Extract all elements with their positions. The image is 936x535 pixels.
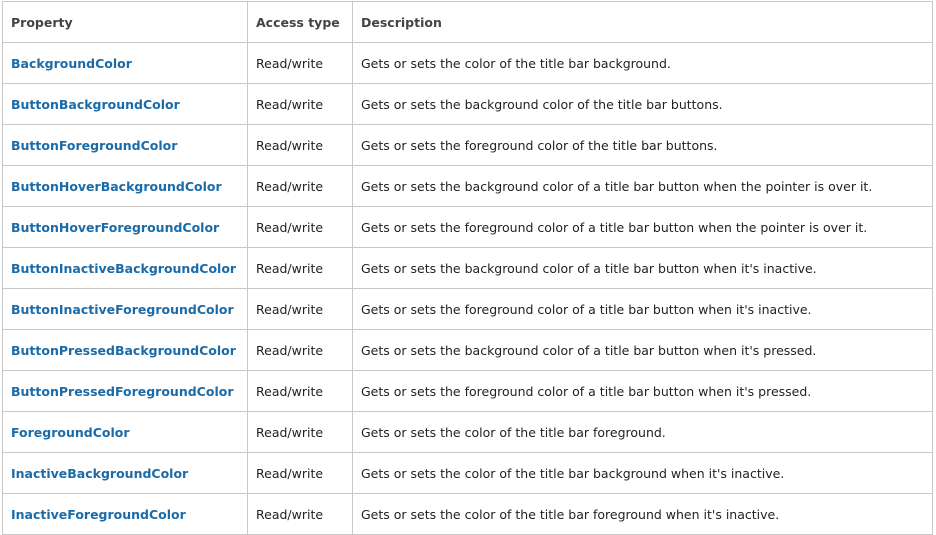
property-cell: ButtonHoverBackgroundColor	[2, 165, 248, 207]
table-row: InactiveBackgroundColor Read/write Gets …	[2, 452, 933, 494]
access-type-cell: Read/write	[247, 370, 353, 412]
table-row: ButtonHoverBackgroundColor Read/write Ge…	[2, 165, 933, 207]
column-header-description: Description	[352, 1, 933, 43]
column-header-access-type: Access type	[247, 1, 353, 43]
property-cell: ButtonForegroundColor	[2, 124, 248, 166]
table-row: ButtonInactiveBackgroundColor Read/write…	[2, 247, 933, 289]
description-cell: Gets or sets the color of the title bar …	[352, 493, 933, 535]
property-link[interactable]: ForegroundColor	[11, 425, 130, 440]
property-cell: ButtonPressedForegroundColor	[2, 370, 248, 412]
property-link[interactable]: ButtonBackgroundColor	[11, 97, 180, 112]
property-link[interactable]: ButtonForegroundColor	[11, 138, 177, 153]
property-cell: ButtonInactiveForegroundColor	[2, 288, 248, 330]
property-cell: BackgroundColor	[2, 42, 248, 84]
access-type-cell: Read/write	[247, 329, 353, 371]
property-link[interactable]: InactiveForegroundColor	[11, 507, 186, 522]
description-cell: Gets or sets the foreground color of a t…	[352, 370, 933, 412]
access-type-cell: Read/write	[247, 83, 353, 125]
property-link[interactable]: ButtonHoverForegroundColor	[11, 220, 219, 235]
property-link[interactable]: ButtonPressedForegroundColor	[11, 384, 233, 399]
property-cell: ButtonBackgroundColor	[2, 83, 248, 125]
description-cell: Gets or sets the background color of a t…	[352, 165, 933, 207]
property-link[interactable]: ButtonHoverBackgroundColor	[11, 179, 222, 194]
access-type-cell: Read/write	[247, 411, 353, 453]
table-row: ForegroundColor Read/write Gets or sets …	[2, 411, 933, 453]
description-cell: Gets or sets the color of the title bar …	[352, 42, 933, 84]
description-cell: Gets or sets the foreground color of the…	[352, 124, 933, 166]
description-cell: Gets or sets the background color of a t…	[352, 247, 933, 289]
property-cell: InactiveForegroundColor	[2, 493, 248, 535]
description-cell: Gets or sets the color of the title bar …	[352, 452, 933, 494]
property-cell: ButtonHoverForegroundColor	[2, 206, 248, 248]
access-type-cell: Read/write	[247, 247, 353, 289]
property-link[interactable]: ButtonPressedBackgroundColor	[11, 343, 236, 358]
description-cell: Gets or sets the background color of the…	[352, 83, 933, 125]
access-type-cell: Read/write	[247, 493, 353, 535]
description-cell: Gets or sets the foreground color of a t…	[352, 288, 933, 330]
table-body: BackgroundColor Read/write Gets or sets …	[2, 42, 933, 535]
property-link[interactable]: InactiveBackgroundColor	[11, 466, 188, 481]
table-row: BackgroundColor Read/write Gets or sets …	[2, 42, 933, 84]
table-row: InactiveForegroundColor Read/write Gets …	[2, 493, 933, 535]
property-cell: ButtonInactiveBackgroundColor	[2, 247, 248, 289]
property-link[interactable]: ButtonInactiveBackgroundColor	[11, 261, 236, 276]
table-header: Property Access type Description	[2, 1, 933, 43]
property-link[interactable]: ButtonInactiveForegroundColor	[11, 302, 234, 317]
description-cell: Gets or sets the background color of a t…	[352, 329, 933, 371]
access-type-cell: Read/write	[247, 124, 353, 166]
property-link[interactable]: BackgroundColor	[11, 56, 132, 71]
property-cell: ForegroundColor	[2, 411, 248, 453]
access-type-cell: Read/write	[247, 288, 353, 330]
properties-table: Property Access type Description Backgro…	[2, 1, 933, 535]
header-row: Property Access type Description	[2, 1, 933, 43]
access-type-cell: Read/write	[247, 452, 353, 494]
description-cell: Gets or sets the foreground color of a t…	[352, 206, 933, 248]
table-row: ButtonInactiveForegroundColor Read/write…	[2, 288, 933, 330]
table-row: ButtonForegroundColor Read/write Gets or…	[2, 124, 933, 166]
table-row: ButtonPressedBackgroundColor Read/write …	[2, 329, 933, 371]
access-type-cell: Read/write	[247, 206, 353, 248]
table-row: ButtonBackgroundColor Read/write Gets or…	[2, 83, 933, 125]
property-cell: InactiveBackgroundColor	[2, 452, 248, 494]
column-header-property: Property	[2, 1, 248, 43]
table-row: ButtonPressedForegroundColor Read/write …	[2, 370, 933, 412]
description-cell: Gets or sets the color of the title bar …	[352, 411, 933, 453]
access-type-cell: Read/write	[247, 42, 353, 84]
table-row: ButtonHoverForegroundColor Read/write Ge…	[2, 206, 933, 248]
access-type-cell: Read/write	[247, 165, 353, 207]
property-cell: ButtonPressedBackgroundColor	[2, 329, 248, 371]
